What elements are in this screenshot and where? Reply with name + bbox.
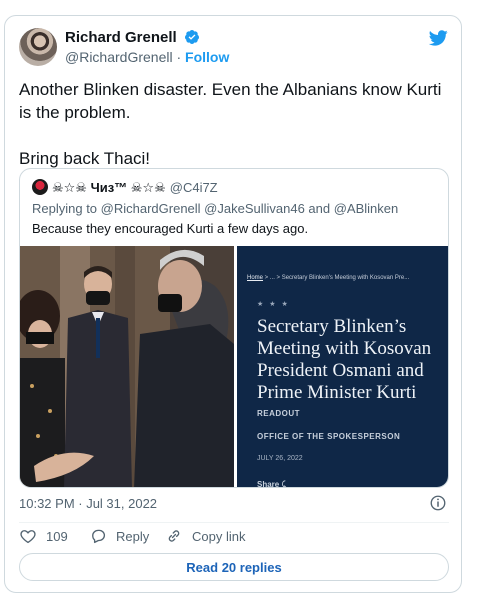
tweet-text: Another Blinken disaster. Even the Alban… — [19, 80, 442, 168]
author-name[interactable]: Richard Grenell — [65, 29, 177, 46]
handle-line: @RichardGrenell · Follow — [65, 49, 229, 65]
readout-date: JULY 26, 2022 — [257, 455, 303, 462]
breadcrumb-rest: > ... > Secretary Blinken's Meeting with… — [263, 275, 410, 281]
readout-title: Secretary Blinken’s Meeting with Kosovan… — [257, 316, 432, 403]
heart-icon — [20, 530, 36, 544]
author-avatar[interactable] — [19, 28, 57, 66]
read-replies-button[interactable]: Read 20 replies — [19, 553, 449, 581]
quoted-photo-readout[interactable]: Home > ... > Secretary Blinken's Meeting… — [237, 246, 448, 488]
quoted-avatar[interactable] — [32, 179, 48, 195]
readout-share: Share ⤹ — [257, 480, 287, 488]
meeting-photo-illustration — [20, 246, 234, 487]
author-name-row: Richard Grenell — [65, 29, 200, 47]
copy-link-label: Copy link — [192, 528, 246, 544]
quoted-photo-meeting[interactable] — [20, 246, 234, 487]
handle-separator: · — [172, 49, 186, 65]
share-icon: ⤹ — [281, 480, 287, 488]
breadcrumb-home: Home — [247, 275, 264, 281]
link-icon — [168, 530, 180, 542]
reply-icon — [92, 529, 106, 544]
quoted-text: Because they encouraged Kurti a few days… — [32, 221, 309, 236]
copy-link-button[interactable]: Copy link — [165, 527, 245, 545]
quoted-header: ☠☆☠ Чиз™ ☠☆☠ @C4i7Z — [32, 179, 218, 196]
reply-button[interactable]: Reply — [89, 527, 149, 545]
info-icon[interactable] — [429, 494, 447, 512]
readout-share-label: Share — [257, 480, 280, 488]
readout-label: READOUT — [257, 409, 301, 418]
actions-divider — [19, 522, 449, 523]
replying-to-line: Replying to @RichardGrenell @JakeSulliva… — [32, 201, 398, 216]
quoted-author-name[interactable]: ☠☆☠ Чиз™ ☠☆☠ — [52, 180, 166, 195]
readout-breadcrumb: Home > ... > Secretary Blinken's Meeting… — [247, 275, 409, 281]
readout-stars: ★ ★ ★ — [257, 301, 290, 308]
replying-to-label: Replying to — [32, 201, 101, 216]
like-count: 109 — [46, 528, 68, 544]
reply-label: Reply — [116, 528, 150, 544]
author-handle[interactable]: @RichardGrenell — [65, 49, 173, 65]
verified-badge-icon — [185, 30, 200, 44]
readout-office: OFFICE OF THE SPOKESPERSON — [257, 432, 401, 441]
tweet-header: Richard Grenell @RichardGrenell · Follow — [19, 28, 449, 70]
like-button[interactable]: 109 — [19, 527, 68, 545]
quoted-author-handle[interactable]: @C4i7Z — [170, 180, 218, 195]
tweet-card: Richard Grenell @RichardGrenell · Follow… — [4, 15, 462, 593]
twitter-bird-icon[interactable] — [427, 28, 449, 48]
reply-mentions[interactable]: @RichardGrenell @JakeSullivan46 and @ABl… — [101, 201, 399, 216]
follow-button[interactable]: Follow — [185, 49, 229, 65]
tweet-timestamp[interactable]: 10:32 PM · Jul 31, 2022 — [19, 496, 157, 511]
quoted-tweet[interactable]: ☠☆☠ Чиз™ ☠☆☠ @C4i7Z Replying to @RichardG… — [19, 168, 449, 488]
